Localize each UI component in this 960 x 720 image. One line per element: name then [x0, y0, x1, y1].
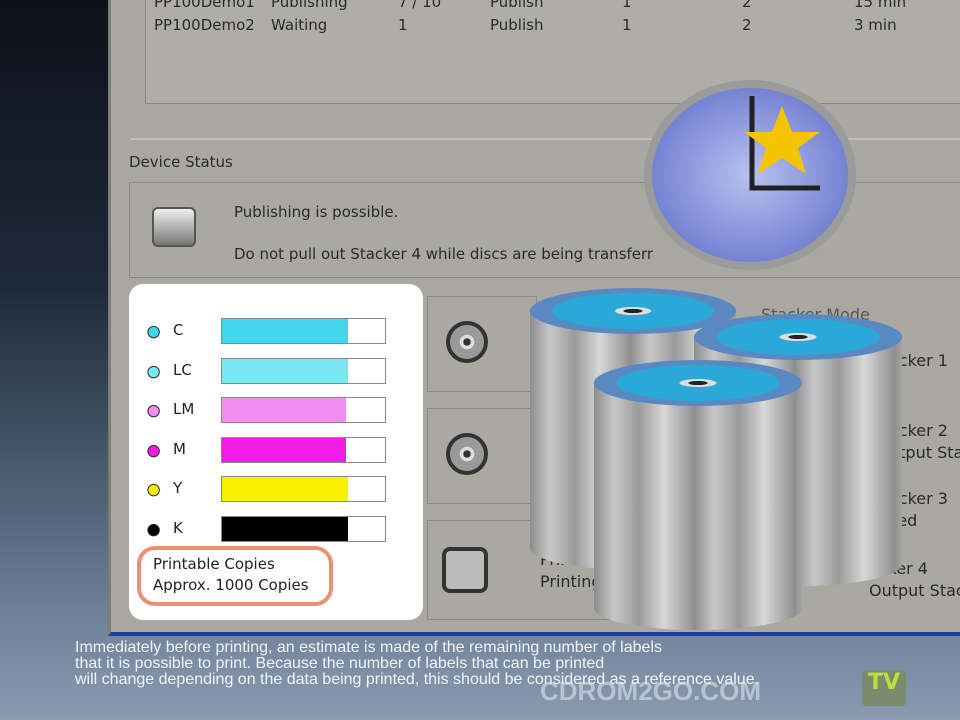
job-type: Publish — [490, 0, 544, 11]
printable-copies-value: Approx. 1000 Copies — [153, 576, 309, 594]
ink-level-bar — [221, 397, 386, 424]
ink-level-fill — [222, 477, 348, 502]
status-line: Publishing is possible. — [234, 203, 399, 221]
job-status: Publishing — [271, 0, 348, 11]
job-status: Waiting — [271, 16, 328, 34]
disc-drive-icon — [446, 433, 488, 475]
caption-line: that it is possible to print. Because th… — [75, 655, 605, 672]
drive-2-panel[interactable] — [427, 408, 537, 504]
ink-row-m: ● M — [146, 436, 387, 463]
job-col: 2 — [742, 0, 752, 11]
stacker-4-status: Output Stac — [869, 581, 960, 600]
job-copies: 1 — [398, 16, 408, 34]
ink-level-fill — [222, 358, 348, 383]
ink-levels-panel: ● C ● LC ● LM ● M ● Y ● K Printable Copies Approx. 10… — [129, 284, 423, 620]
ink-name: C — [173, 321, 184, 339]
ink-drop-icon: ● — [146, 322, 161, 341]
sleep-mode-icon — [644, 80, 856, 270]
job-col: 2 — [742, 16, 752, 34]
job-name: PP100Demo1 — [154, 0, 255, 11]
ink-row-y: ● Y — [146, 476, 387, 503]
ink-level-fill — [222, 517, 348, 541]
ink-drop-icon: ● — [146, 401, 161, 420]
ink-level-bar — [221, 476, 386, 503]
job-copies: 7 / 10 — [398, 0, 442, 11]
ink-drop-icon: ● — [146, 480, 161, 499]
ink-row-k: ● K — [146, 516, 387, 542]
job-col: 1 — [622, 0, 632, 11]
ink-level-fill — [222, 398, 346, 423]
printable-copies: Printable Copies Approx. 1000 Copies — [137, 546, 333, 606]
job-time: 3 min — [854, 16, 897, 34]
job-type: Publish — [490, 16, 544, 34]
job-col: 1 — [622, 16, 632, 34]
ink-level-bar — [221, 436, 386, 463]
ink-row-c: ● C — [146, 318, 387, 344]
ink-name: K — [173, 519, 183, 537]
drive-1-panel[interactable] — [427, 296, 537, 392]
disc-drive-icon — [446, 321, 488, 363]
ink-level-bar — [221, 516, 386, 542]
ink-drop-icon: ● — [146, 361, 161, 380]
ink-level-bar — [221, 318, 386, 344]
ink-row-lc: ● LC — [146, 357, 387, 384]
ink-drop-icon: ● — [146, 520, 161, 539]
ink-name: Y — [173, 479, 183, 498]
watermark-tv: TV — [862, 670, 906, 706]
printer-icon — [152, 207, 196, 247]
ink-level-bar — [221, 357, 386, 384]
ink-name: LM — [173, 400, 195, 419]
ink-drop-icon: ● — [146, 440, 161, 459]
ink-level-fill — [222, 319, 348, 343]
ink-row-lm: ● LM — [146, 397, 387, 424]
device-status-heading: Device Status — [129, 153, 233, 171]
printer-icon — [442, 547, 488, 593]
disc-spindle-image — [594, 360, 802, 630]
status-warning: Do not pull out Stacker 4 while discs ar… — [234, 245, 654, 263]
ink-name: M — [173, 439, 186, 458]
job-time: 15 min — [854, 0, 907, 11]
job-name: PP100Demo2 — [154, 16, 255, 34]
printable-copies-label: Printable Copies — [153, 555, 275, 573]
caption-line: Immediately before printing, an estimate… — [75, 639, 662, 656]
printer-status: Printing — [540, 572, 602, 591]
watermark-logo: CDROM2GO.COM — [540, 676, 761, 706]
ink-name: LC — [173, 360, 192, 379]
ink-level-fill — [222, 437, 346, 462]
